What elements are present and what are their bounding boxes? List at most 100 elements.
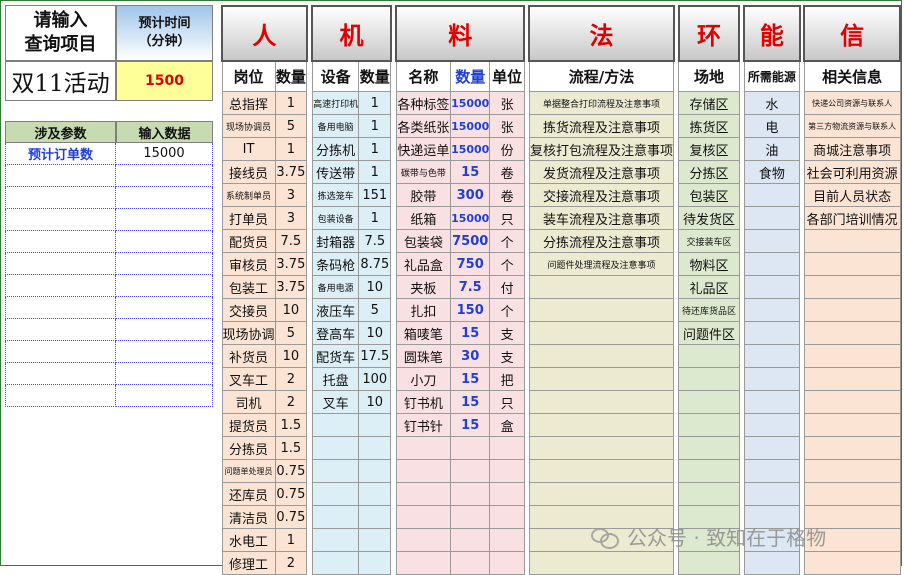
- equipment-cell[interactable]: 封箱器: [311, 229, 360, 253]
- column-header[interactable]: 设备: [311, 60, 360, 92]
- material-unit-cell[interactable]: 支: [489, 321, 525, 345]
- column-header[interactable]: 单位: [489, 60, 525, 92]
- param-name-cell[interactable]: [5, 341, 116, 363]
- material-unit-cell[interactable]: 只: [489, 206, 525, 230]
- energy-cell[interactable]: [743, 482, 801, 506]
- material-qty-cell[interactable]: [450, 459, 491, 483]
- material-qty-cell[interactable]: 15: [450, 321, 491, 345]
- method-cell[interactable]: [528, 367, 675, 391]
- equipment-qty-cell[interactable]: [358, 551, 392, 575]
- energy-cell[interactable]: 水: [743, 91, 801, 115]
- equipment-cell[interactable]: 登高车: [311, 321, 360, 345]
- site-cell[interactable]: [678, 436, 740, 460]
- method-cell[interactable]: [528, 482, 675, 506]
- info-cell[interactable]: [803, 344, 901, 368]
- position-cell[interactable]: 现场协调员: [221, 114, 276, 138]
- param-value-cell[interactable]: [116, 297, 213, 319]
- info-cell[interactable]: [803, 413, 901, 437]
- position-cell[interactable]: 现场协调: [221, 321, 276, 345]
- material-unit-cell[interactable]: 份: [489, 137, 525, 161]
- material-cell[interactable]: [395, 505, 452, 529]
- info-cell[interactable]: 目前人员状态: [803, 183, 901, 207]
- method-cell[interactable]: 装车流程及注意事项: [528, 206, 675, 230]
- position-cell[interactable]: 总指挥: [221, 91, 276, 115]
- material-cell[interactable]: [395, 459, 452, 483]
- position-cell[interactable]: 配货员: [221, 229, 276, 253]
- equipment-cell[interactable]: 液压车: [311, 298, 360, 322]
- material-unit-cell[interactable]: [489, 436, 525, 460]
- energy-cell[interactable]: 食物: [743, 160, 801, 184]
- project-name-cell[interactable]: 双11活动: [5, 61, 116, 101]
- method-cell[interactable]: 拣货流程及注意事项: [528, 114, 675, 138]
- equipment-cell[interactable]: [311, 551, 360, 575]
- position-cell[interactable]: 补货员: [221, 344, 276, 368]
- info-cell[interactable]: [803, 298, 901, 322]
- energy-cell[interactable]: [743, 298, 801, 322]
- method-cell[interactable]: [528, 413, 675, 437]
- material-unit-cell[interactable]: 盒: [489, 413, 525, 437]
- param-name-cell[interactable]: [5, 209, 116, 231]
- material-qty-cell[interactable]: 150: [450, 298, 491, 322]
- position-qty-cell[interactable]: 7.5: [274, 229, 308, 253]
- material-qty-cell[interactable]: [450, 436, 491, 460]
- position-qty-cell[interactable]: 0.75: [274, 482, 308, 506]
- equipment-cell[interactable]: 配货车: [311, 344, 360, 368]
- equipment-cell[interactable]: [311, 413, 360, 437]
- position-qty-cell[interactable]: 3.75: [274, 160, 308, 184]
- site-cell[interactable]: 交接装车区: [678, 229, 740, 253]
- category-header[interactable]: 能: [743, 5, 801, 62]
- material-cell[interactable]: 包装袋: [395, 229, 452, 253]
- category-header[interactable]: 机: [311, 5, 392, 62]
- material-cell[interactable]: 扎扣: [395, 298, 452, 322]
- equipment-qty-cell[interactable]: 100: [358, 367, 392, 391]
- equipment-qty-cell[interactable]: 5: [358, 298, 392, 322]
- equipment-qty-cell[interactable]: [358, 528, 392, 552]
- position-qty-cell[interactable]: 0.75: [274, 505, 308, 529]
- equipment-cell[interactable]: 拣选笼车: [311, 183, 360, 207]
- info-cell[interactable]: [803, 275, 901, 299]
- material-unit-cell[interactable]: 张: [489, 91, 525, 115]
- equipment-qty-cell[interactable]: 1: [358, 160, 392, 184]
- energy-cell[interactable]: [743, 367, 801, 391]
- site-cell[interactable]: 待还库货品区: [678, 298, 740, 322]
- energy-cell[interactable]: [743, 275, 801, 299]
- material-cell[interactable]: 快递运单: [395, 137, 452, 161]
- info-cell[interactable]: 各部门培训情况: [803, 206, 901, 230]
- site-cell[interactable]: 礼品区: [678, 275, 740, 299]
- equipment-cell[interactable]: 高速打印机: [311, 91, 360, 115]
- category-header[interactable]: 环: [677, 5, 741, 62]
- material-cell[interactable]: 小刀: [395, 367, 452, 391]
- position-qty-cell[interactable]: 5: [274, 114, 308, 138]
- param-value-cell[interactable]: [116, 275, 213, 297]
- position-qty-cell[interactable]: 1: [274, 137, 308, 161]
- energy-cell[interactable]: [743, 436, 801, 460]
- category-header[interactable]: 法: [528, 5, 675, 62]
- position-cell[interactable]: 接线员: [221, 160, 276, 184]
- material-cell[interactable]: 碳带与色带: [395, 160, 452, 184]
- position-cell[interactable]: 交接员: [221, 298, 276, 322]
- material-qty-cell[interactable]: 15: [450, 390, 491, 414]
- material-qty-cell[interactable]: 750: [450, 252, 491, 276]
- material-unit-cell[interactable]: 张: [489, 114, 525, 138]
- position-qty-cell[interactable]: 1: [274, 528, 308, 552]
- material-unit-cell[interactable]: 个: [489, 298, 525, 322]
- equipment-qty-cell[interactable]: 17.5: [358, 344, 392, 368]
- material-cell[interactable]: 礼品盒: [395, 252, 452, 276]
- energy-cell[interactable]: [743, 252, 801, 276]
- method-cell[interactable]: 问题件处理流程及注意事项: [528, 252, 675, 276]
- material-qty-cell[interactable]: [450, 482, 491, 506]
- site-cell[interactable]: [678, 344, 740, 368]
- equipment-qty-cell[interactable]: 7.5: [358, 229, 392, 253]
- param-name-cell[interactable]: [5, 275, 116, 297]
- position-cell[interactable]: 水电工: [221, 528, 276, 552]
- equipment-qty-cell[interactable]: [358, 413, 392, 437]
- material-cell[interactable]: 钉书针: [395, 413, 452, 437]
- param-value-cell[interactable]: [116, 363, 213, 385]
- energy-cell[interactable]: [743, 459, 801, 483]
- equipment-qty-cell[interactable]: 8.75: [358, 252, 392, 276]
- method-cell[interactable]: [528, 436, 675, 460]
- site-cell[interactable]: [678, 413, 740, 437]
- category-header[interactable]: 人: [221, 5, 308, 62]
- material-unit-cell[interactable]: 个: [489, 229, 525, 253]
- param-name-cell[interactable]: [5, 385, 116, 407]
